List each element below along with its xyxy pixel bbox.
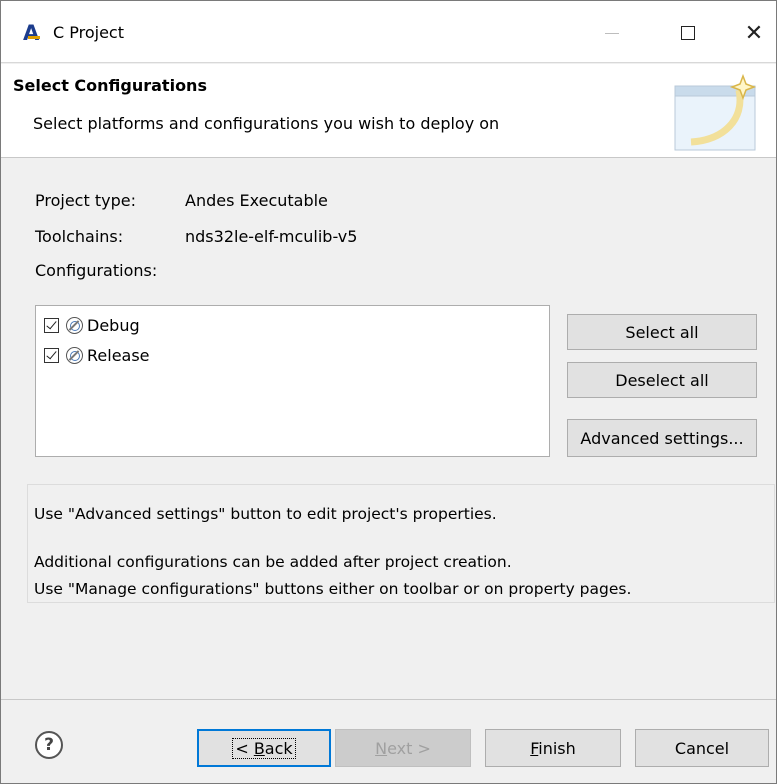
- build-config-icon: [66, 346, 83, 364]
- next-button-label: Next >: [375, 738, 431, 758]
- minimize-icon: [605, 32, 619, 34]
- message-line: Use "Advanced settings" button to edit p…: [34, 505, 497, 523]
- close-button[interactable]: ✕: [729, 11, 777, 55]
- deselect-all-button[interactable]: Deselect all: [567, 362, 757, 398]
- finish-button[interactable]: Finish: [485, 729, 621, 767]
- footer-divider: [1, 699, 776, 700]
- project-type-label: Project type:: [35, 191, 136, 210]
- next-button[interactable]: Next >: [335, 729, 471, 767]
- config-label: Release: [87, 345, 150, 365]
- checkmark-icon: [46, 318, 57, 329]
- cancel-button[interactable]: Cancel: [635, 729, 769, 767]
- wizard-banner: Select Configurations Select platforms a…: [1, 64, 776, 158]
- close-icon: ✕: [744, 20, 764, 46]
- checkmark-icon: [46, 348, 57, 359]
- maximize-icon: [681, 26, 695, 40]
- configurations-list[interactable]: Debug Release: [35, 305, 550, 457]
- debug-checkbox[interactable]: [44, 317, 59, 333]
- advanced-settings-button[interactable]: Advanced settings...: [567, 419, 757, 457]
- finish-button-label: Finish: [530, 738, 576, 758]
- window-title: C Project: [53, 23, 124, 42]
- configurations-label: Configurations:: [35, 261, 158, 280]
- toolchains-value: nds32le-elf-mculib-v5: [185, 227, 358, 246]
- minimize-button[interactable]: [587, 11, 637, 55]
- back-button[interactable]: < Back: [197, 729, 331, 767]
- config-item-release[interactable]: Release: [44, 344, 150, 366]
- info-message-area: Use "Advanced settings" button to edit p…: [27, 484, 775, 603]
- help-icon[interactable]: ?: [35, 731, 63, 759]
- config-item-debug[interactable]: Debug: [44, 314, 140, 336]
- page-description: Select platforms and configurations you …: [33, 114, 500, 133]
- page-title: Select Configurations: [13, 76, 207, 95]
- build-config-icon: [66, 316, 83, 334]
- back-button-label: < Back: [232, 737, 296, 759]
- andes-logo-icon: A: [23, 21, 40, 45]
- maximize-button[interactable]: [663, 11, 713, 55]
- message-line: Use "Manage configurations" buttons eith…: [34, 580, 632, 598]
- toolchains-label: Toolchains:: [35, 227, 124, 246]
- title-bar[interactable]: A C Project ✕: [1, 1, 776, 63]
- config-label: Debug: [87, 315, 140, 335]
- wizard-window-icon: [674, 73, 757, 151]
- message-line: Additional configurations can be added a…: [34, 553, 512, 571]
- dialog-window: A C Project ✕ Select Configurations Sele…: [0, 0, 777, 784]
- select-all-button[interactable]: Select all: [567, 314, 757, 350]
- release-checkbox[interactable]: [44, 347, 59, 363]
- project-type-value: Andes Executable: [185, 191, 328, 210]
